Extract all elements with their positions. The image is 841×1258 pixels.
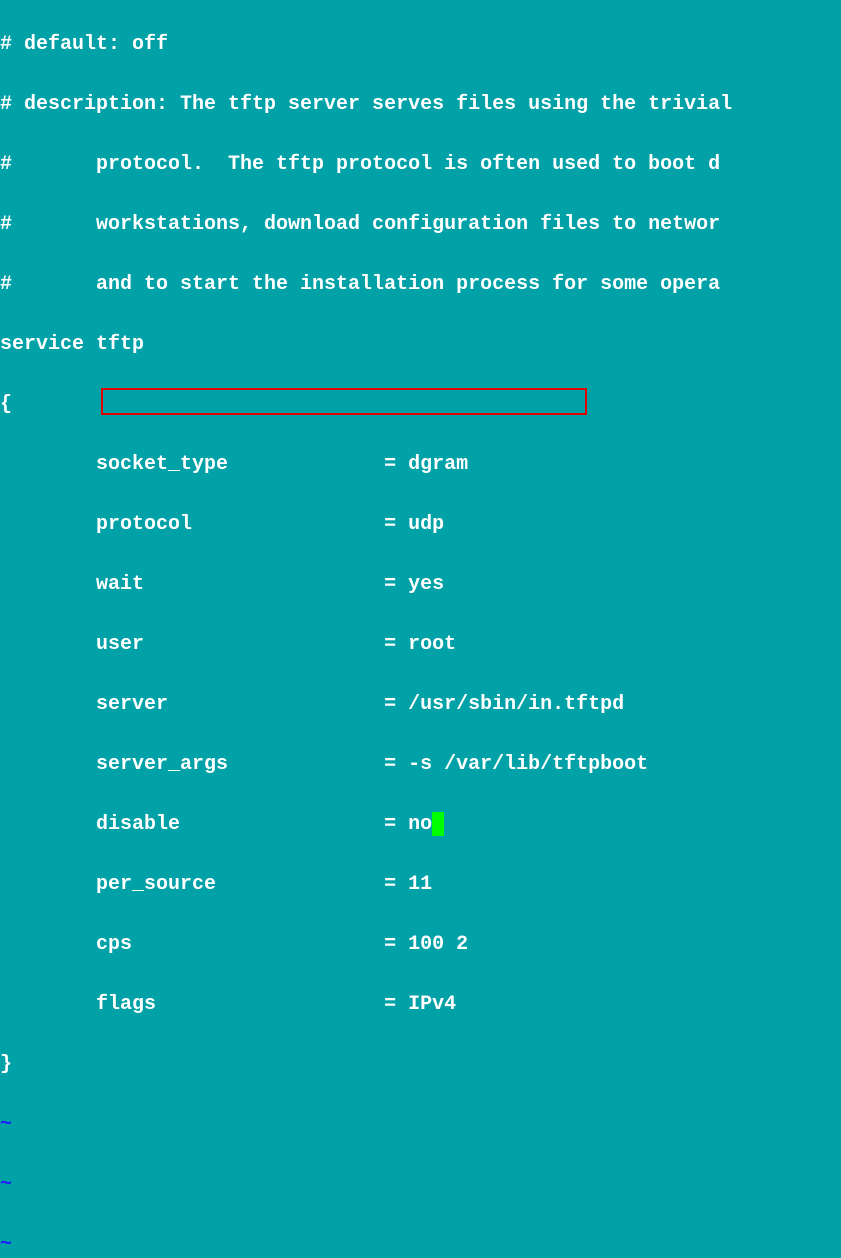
config-line: # default: off (0, 30, 841, 60)
empty-line-tilde: ~ (0, 1170, 841, 1200)
config-line: socket_type = dgram (0, 450, 841, 480)
config-line: # description: The tftp server serves fi… (0, 90, 841, 120)
config-line: service tftp (0, 330, 841, 360)
config-line: flags = IPv4 (0, 990, 841, 1020)
config-line: protocol = udp (0, 510, 841, 540)
cursor (432, 812, 444, 836)
config-line-disable: disable = no (0, 810, 841, 840)
config-line: user = root (0, 630, 841, 660)
config-line: wait = yes (0, 570, 841, 600)
config-line: server = /usr/sbin/in.tftpd (0, 690, 841, 720)
config-line: # and to start the installation process … (0, 270, 841, 300)
config-line: cps = 100 2 (0, 930, 841, 960)
config-line: # protocol. The tftp protocol is often u… (0, 150, 841, 180)
empty-line-tilde: ~ (0, 1110, 841, 1140)
empty-line-tilde: ~ (0, 1230, 841, 1258)
terminal-editor[interactable]: # default: off # description: The tftp s… (0, 0, 841, 1258)
config-line: # workstations, download configuration f… (0, 210, 841, 240)
disable-text: disable = no (0, 813, 432, 836)
config-line: } (0, 1050, 841, 1080)
config-line: { (0, 390, 841, 420)
config-line: per_source = 11 (0, 870, 841, 900)
config-line: server_args = -s /var/lib/tftpboot (0, 750, 841, 780)
